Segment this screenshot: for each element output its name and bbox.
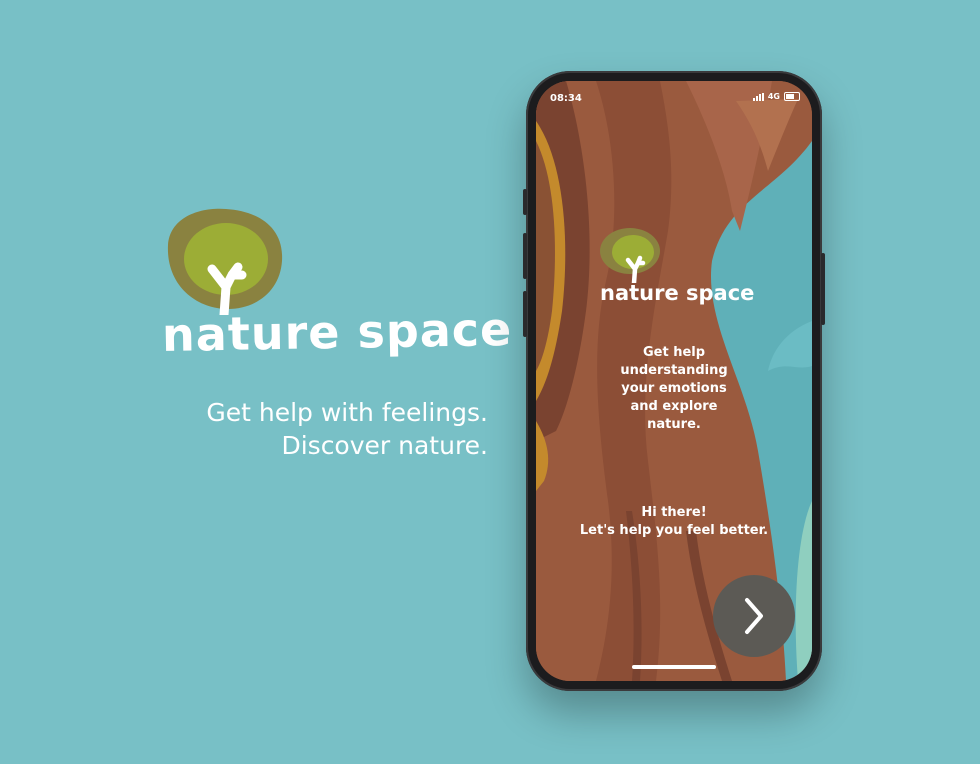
brand-logo	[160, 205, 285, 320]
phone-volume-down	[523, 291, 527, 337]
battery-icon	[784, 92, 800, 101]
tagline-line-2: Discover nature.	[281, 431, 488, 460]
greeting-line-1: Hi there!	[641, 505, 707, 520]
status-time: 08:34	[550, 93, 582, 104]
tree-logo-icon	[600, 228, 660, 286]
next-button[interactable]	[713, 575, 795, 657]
intro-text: Get help understanding your emotions and…	[620, 345, 728, 432]
signal-icon	[752, 92, 764, 101]
status-bar: 08:34 4G	[536, 81, 812, 107]
phone-volume-up	[523, 233, 527, 279]
app-logo	[600, 227, 662, 286]
phone-mockup: 08:34 4G nature space Get help understan…	[523, 71, 825, 691]
tree-logo-icon	[167, 208, 283, 320]
home-indicator[interactable]	[632, 665, 716, 669]
phone-screen: 08:34 4G nature space Get help understan…	[536, 81, 812, 681]
brand-name: nature space	[161, 301, 513, 363]
phone-silent-switch	[523, 189, 527, 215]
network-label: 4G	[767, 92, 780, 101]
app-name: nature space	[600, 281, 755, 305]
greeting-line-2: Let's help you feel better.	[579, 523, 769, 538]
tagline-line-1: Get help with feelings.	[206, 398, 488, 427]
greeting: Hi there! Let's help you feel better.	[556, 504, 792, 540]
chevron-right-icon	[745, 598, 763, 634]
tagline: Get help with feelings. Discover nature.	[206, 396, 488, 462]
phone-power-button	[821, 253, 825, 325]
status-indicators: 4G	[752, 92, 800, 101]
